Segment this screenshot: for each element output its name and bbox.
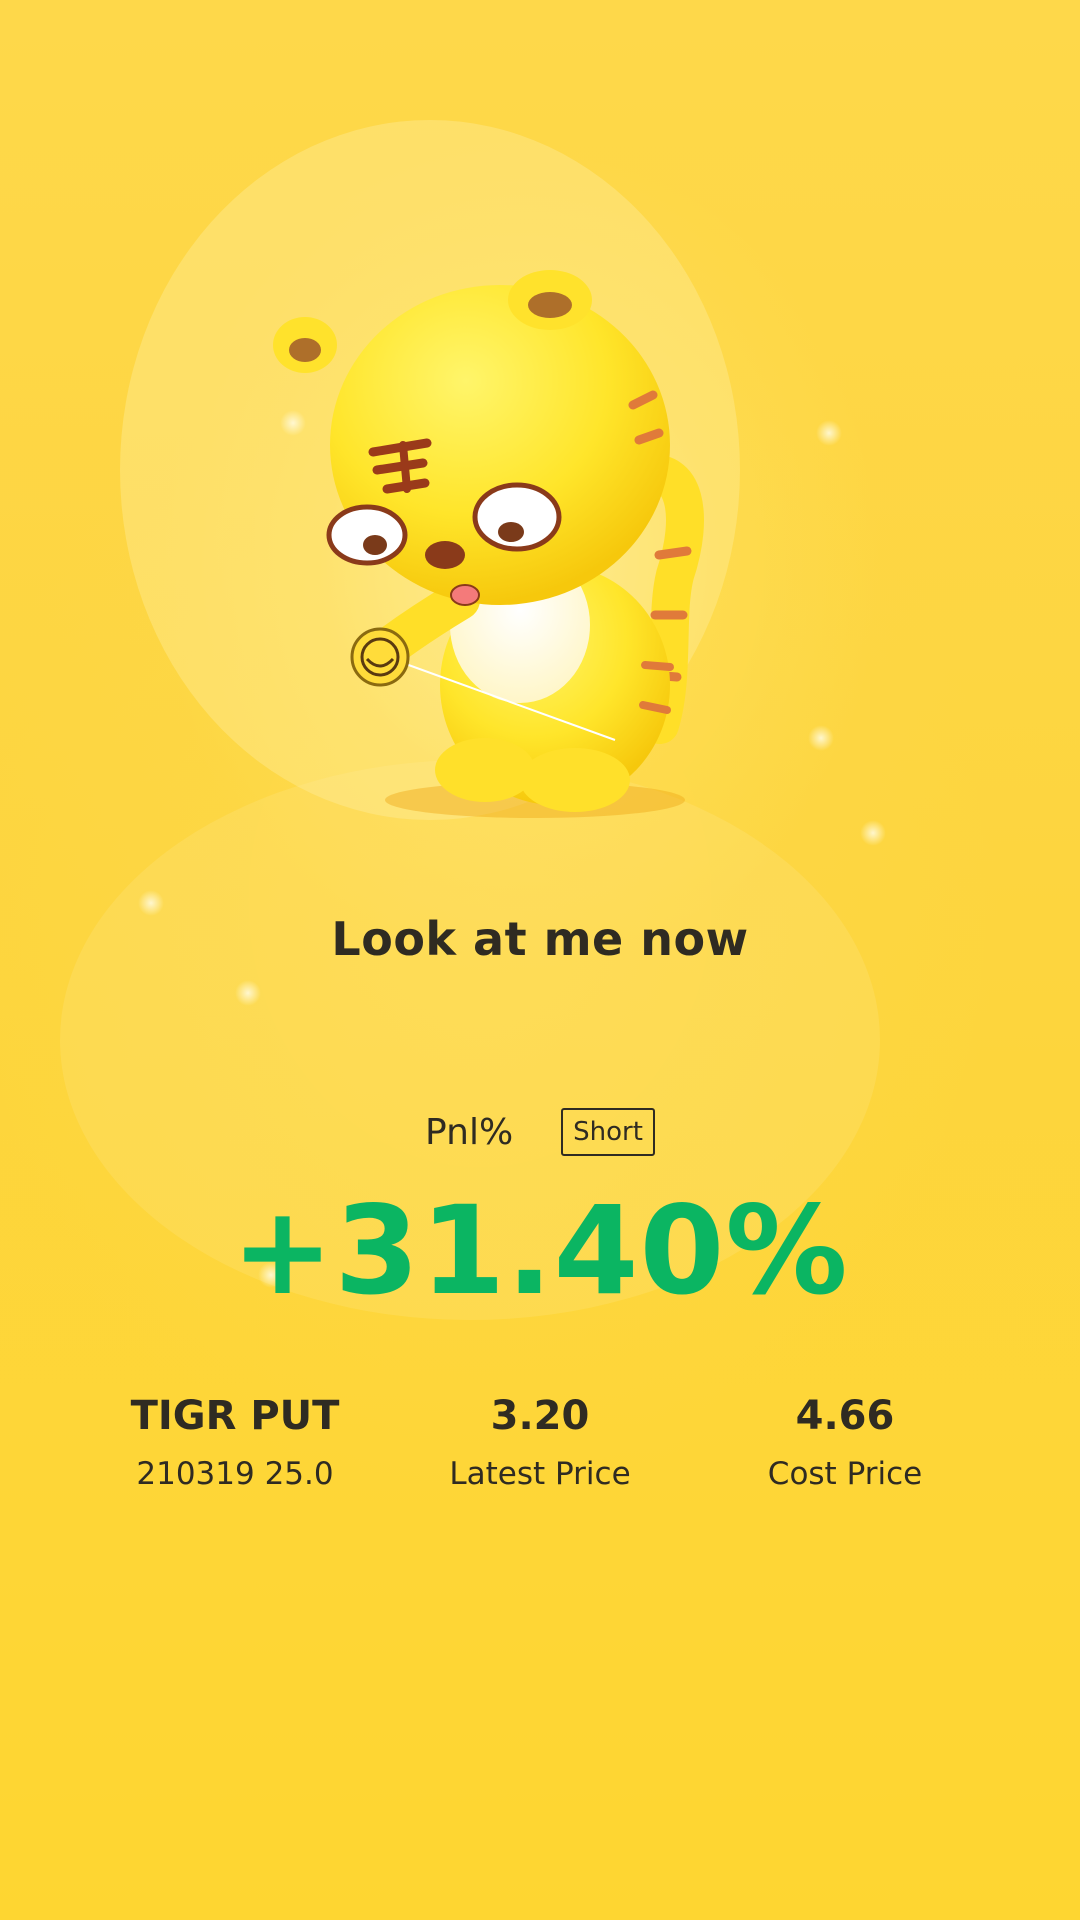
stat-contract: TIGR PUT 210319 25.0	[85, 1388, 385, 1494]
latest-price-value: 3.20	[490, 1393, 590, 1439]
stat-latest-price: 3.20 Latest Price	[390, 1388, 690, 1494]
sparkle	[860, 820, 886, 846]
stat-cost-price: 4.66 Cost Price	[695, 1388, 995, 1494]
cost-price-label: Cost Price	[767, 1456, 923, 1492]
position-side-badge: Short	[561, 1108, 655, 1156]
pnl-percentage-value: +31.40%	[231, 1180, 849, 1322]
position-stats: TIGR PUT 210319 25.0 3.20 Latest Price 4…	[0, 1388, 1080, 1518]
contract-expiry-strike: 210319 25.0	[136, 1456, 334, 1492]
pnl-label: Pnl%	[425, 1111, 514, 1153]
cost-price-value: 4.66	[795, 1393, 895, 1439]
pnl-row: Pnl% Short	[0, 1108, 1080, 1156]
sparkle	[235, 980, 261, 1006]
share-headline: Look at me now	[331, 912, 749, 966]
latest-price-label: Latest Price	[449, 1456, 631, 1492]
sparkle	[816, 420, 842, 446]
sparkle	[808, 725, 834, 751]
contract-symbol: TIGR PUT	[130, 1393, 340, 1439]
tiger-mascot-illustration	[273, 270, 704, 818]
